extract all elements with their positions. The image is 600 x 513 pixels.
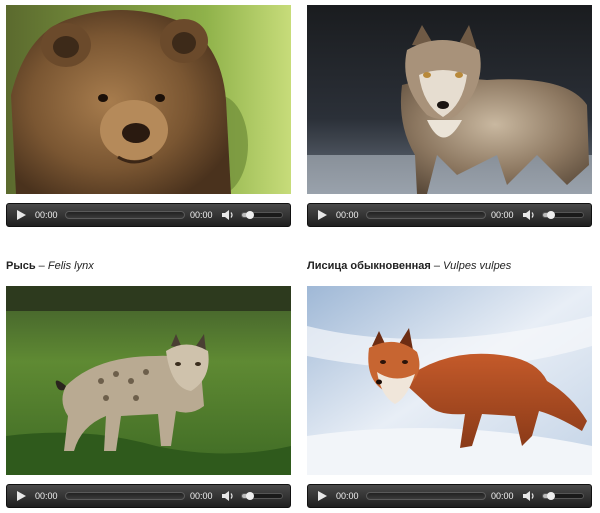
progress-rail[interactable] <box>366 492 486 500</box>
progress-rail[interactable] <box>65 492 185 500</box>
caption-separator: – <box>35 260 48 272</box>
speaker-volume-icon <box>222 491 233 501</box>
audio-player: 00:00 00:00 <box>6 203 291 227</box>
play-icon <box>17 210 26 220</box>
mute-button[interactable] <box>522 490 536 502</box>
volume-slider[interactable] <box>542 492 584 500</box>
current-time: 00:00 <box>35 491 58 501</box>
speaker-volume-icon <box>222 210 233 220</box>
current-time: 00:00 <box>336 210 359 220</box>
duration: 00:00 <box>190 491 213 501</box>
play-button[interactable] <box>315 208 329 222</box>
audio-player: 00:00 00:00 <box>6 484 291 508</box>
audio-player: 00:00 00:00 <box>307 484 592 508</box>
current-time: 00:00 <box>35 210 58 220</box>
lynx-photo <box>6 286 291 475</box>
current-time: 00:00 <box>336 491 359 501</box>
fox-photo <box>307 286 592 475</box>
speaker-volume-icon <box>523 210 534 220</box>
animal-caption: Рысь – Felis lynx <box>6 256 94 276</box>
duration: 00:00 <box>190 210 213 220</box>
volume-slider[interactable] <box>241 211 283 219</box>
volume-slider[interactable] <box>542 211 584 219</box>
play-button[interactable] <box>14 208 28 222</box>
play-button[interactable] <box>315 489 329 503</box>
audio-player: 00:00 00:00 <box>307 203 592 227</box>
common-name: Лисица обыкновенная <box>307 260 431 272</box>
mute-button[interactable] <box>522 209 536 221</box>
progress-rail[interactable] <box>65 211 185 219</box>
volume-slider[interactable] <box>241 492 283 500</box>
mute-button[interactable] <box>221 490 235 502</box>
bear-photo <box>6 5 291 194</box>
play-icon <box>17 491 26 501</box>
duration: 00:00 <box>491 491 514 501</box>
caption-separator: – <box>430 260 444 272</box>
speaker-volume-icon <box>523 491 534 501</box>
animal-caption: Лисица обыкновенная – Vulpes vulpes <box>307 256 511 276</box>
latin-name: Vulpes vulpes <box>443 260 512 272</box>
progress-rail[interactable] <box>366 211 486 219</box>
play-button[interactable] <box>14 489 28 503</box>
mute-button[interactable] <box>221 209 235 221</box>
duration: 00:00 <box>491 210 514 220</box>
play-icon <box>318 491 327 501</box>
common-name: Рысь <box>6 260 36 272</box>
play-icon <box>318 210 327 220</box>
latin-name: Felis lynx <box>47 260 94 272</box>
wolf-photo <box>307 5 592 194</box>
